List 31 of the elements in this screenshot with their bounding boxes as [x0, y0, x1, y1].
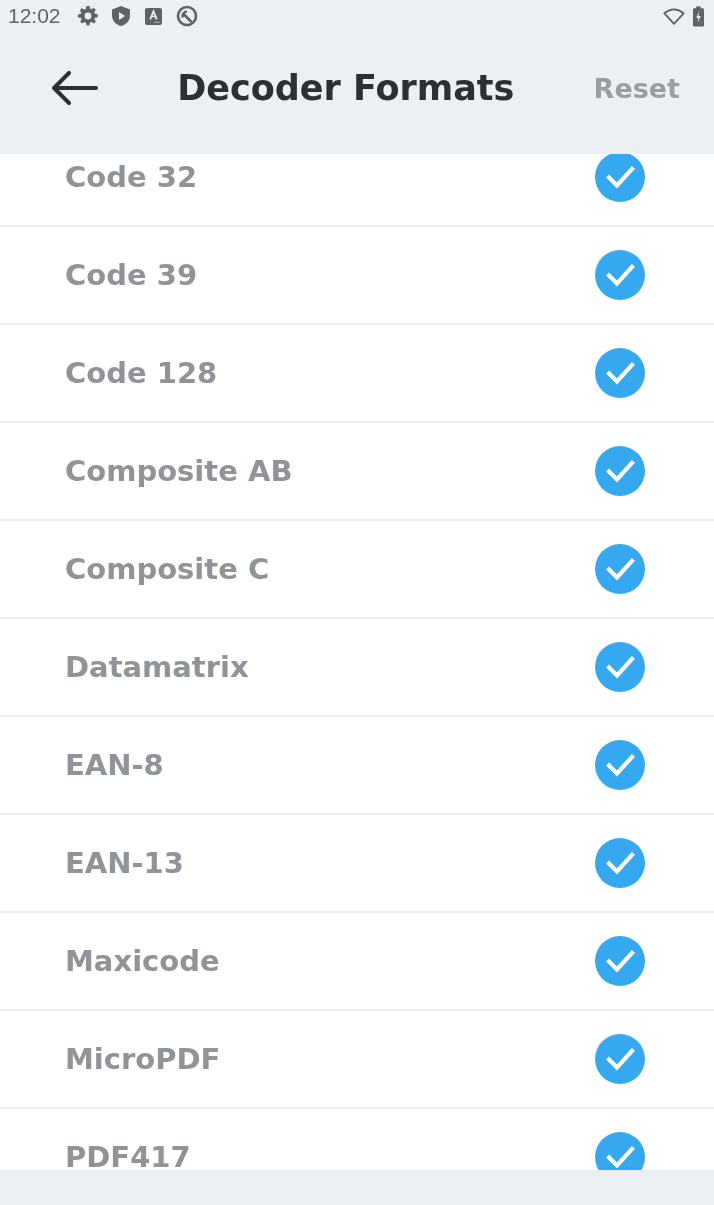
format-name: MicroPDF	[65, 1042, 222, 1076]
status-time: 12:02	[8, 4, 61, 28]
ring-icon	[175, 5, 198, 27]
shield-icon	[111, 6, 130, 26]
format-name: EAN-8	[65, 748, 165, 782]
checkbox[interactable]	[595, 544, 645, 594]
checkbox[interactable]	[595, 250, 645, 300]
checkbox[interactable]	[595, 740, 645, 790]
format-name: Code 32	[65, 160, 199, 194]
wifi-icon	[663, 7, 685, 25]
format-name: Maxicode	[65, 944, 221, 978]
format-name: Composite C	[65, 552, 271, 586]
letter-tile-icon	[144, 7, 162, 25]
format-name: Datamatrix	[65, 650, 250, 684]
checkbox[interactable]	[595, 1034, 645, 1084]
checkbox[interactable]	[595, 936, 645, 986]
format-name: Code 128	[65, 356, 219, 390]
checkbox[interactable]	[595, 642, 645, 692]
format-name: Composite AB	[65, 454, 294, 488]
checkbox[interactable]	[595, 154, 645, 202]
screen-title: Decoder Formats	[176, 68, 516, 108]
format-name: PDF417	[65, 1140, 192, 1170]
checkbox[interactable]	[595, 838, 645, 888]
format-name: Code 39	[65, 258, 199, 292]
gear-icon	[77, 6, 98, 26]
battery-icon	[693, 5, 704, 27]
checkbox[interactable]	[595, 446, 645, 496]
back-button[interactable]	[52, 71, 98, 105]
format-name: EAN-13	[65, 846, 185, 880]
checkbox[interactable]	[595, 1132, 645, 1170]
checkbox[interactable]	[595, 348, 645, 398]
